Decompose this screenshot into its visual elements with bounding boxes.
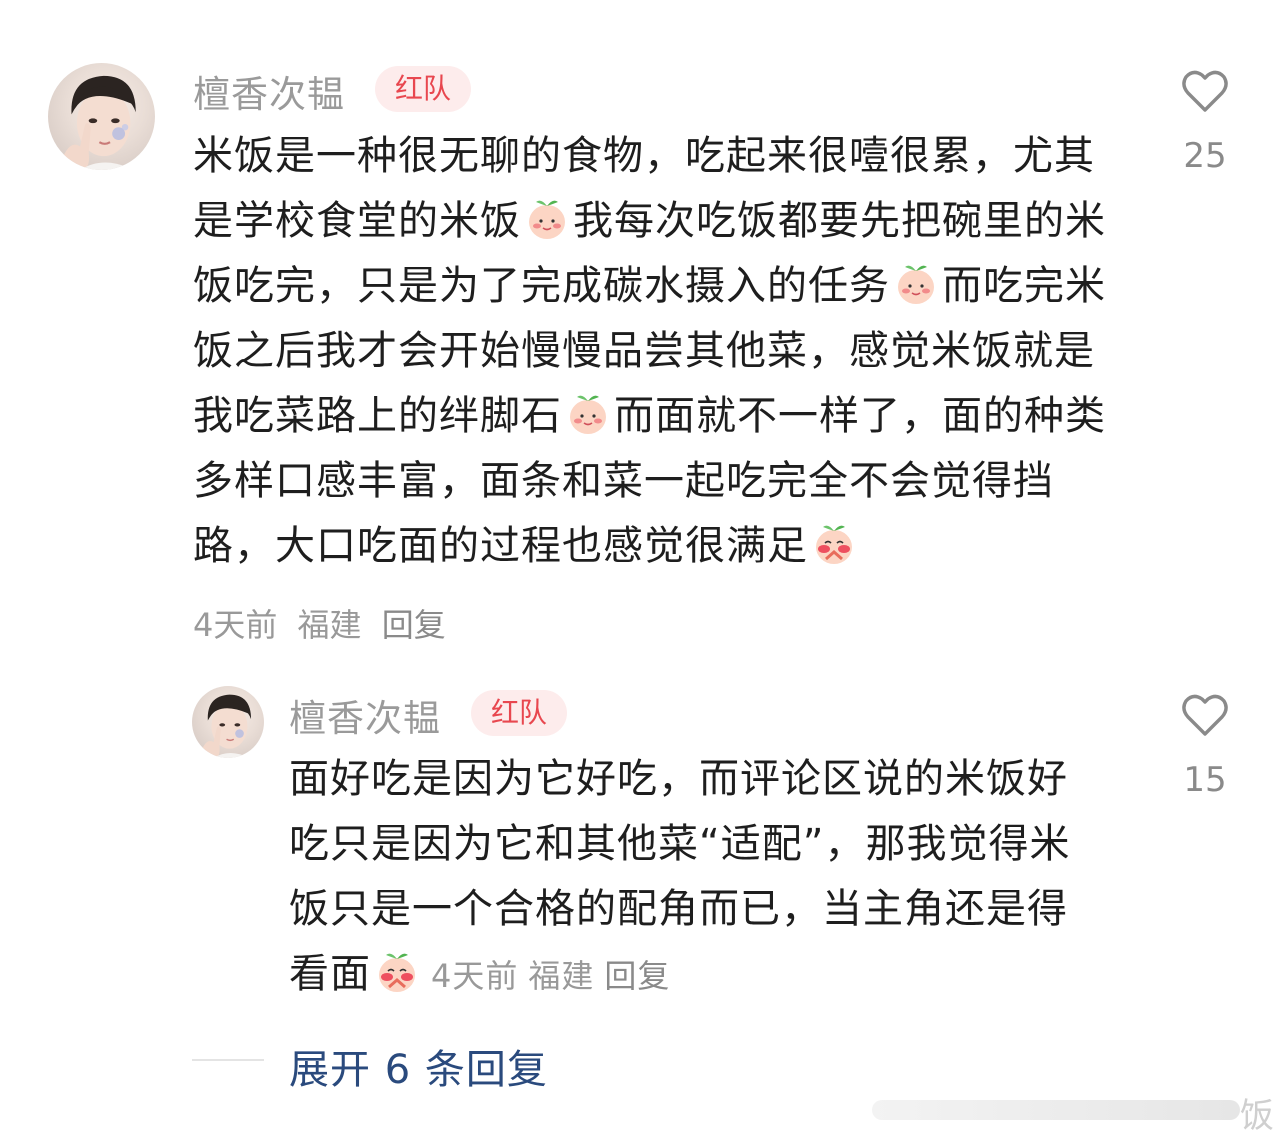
smiling-peach-emoji-icon [898,265,934,304]
team-badge: 红队 [471,690,567,736]
smiling-peach-emoji-icon [570,395,606,434]
avatar[interactable] [192,686,264,758]
reply-time: 4天前 [431,957,519,995]
watermark-bar [872,1100,1240,1120]
reply-text: 面好吃是因为它好吃，而评论区说的米饭好吃只是因为它和其他菜“适配”，那我觉得米饭… [289,747,1099,1009]
comment-meta: 4天前 福建 回复 [193,600,456,646]
reply-location: 福建 [528,957,595,995]
comment-text: 米饭是一种很无聊的食物，吃起来很噎很累，尤其是学校食堂的米饭 我每次吃饭都要先把… [193,124,1128,579]
comment-time: 4天前 [193,606,278,644]
watermark-text: 饭 [1240,1096,1274,1136]
comment-location: 福建 [297,606,362,644]
username[interactable]: 檀香次韫 [289,688,441,742]
team-badge: 红队 [375,66,471,112]
reply-button[interactable]: 回复 [604,957,670,995]
divider [192,1059,264,1061]
username[interactable]: 檀香次韫 [193,64,345,118]
like-count: 25 [1183,136,1227,176]
like-button[interactable] [1180,692,1230,738]
like-count: 15 [1183,760,1227,800]
like-button[interactable] [1180,68,1230,114]
heart-outline-icon [1182,694,1228,736]
smiling-peach-emoji-icon [529,200,565,239]
blushing-peach-emoji-icon [816,525,852,564]
reply-meta: 4天前 福建 回复 [431,957,680,995]
avatar[interactable] [48,63,155,170]
heart-outline-icon [1182,70,1228,112]
blushing-peach-emoji-icon [379,953,415,992]
expand-replies-link[interactable]: 展开 6 条回复 [289,1037,548,1095]
reply-button[interactable]: 回复 [382,606,446,644]
